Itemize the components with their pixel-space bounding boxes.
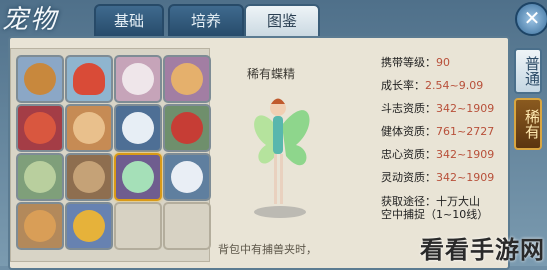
pet-slot[interactable] — [65, 202, 113, 250]
fairy-icon — [171, 63, 203, 95]
owl-icon — [73, 161, 105, 193]
tab-handbook-label: 图鉴 — [266, 12, 297, 30]
acquire-location: 十万大山 — [436, 195, 480, 208]
tab-handbook[interactable]: 图鉴 — [244, 4, 320, 38]
dragon-icon — [24, 112, 56, 144]
pet-name: 稀有蝶精 — [246, 67, 295, 81]
pet-slot[interactable] — [65, 104, 113, 152]
stat-agility: 灵动资质：342~1909 — [381, 171, 495, 184]
pet-slot[interactable] — [16, 104, 64, 152]
pet-slot[interactable] — [65, 153, 113, 201]
hint-text: 背包中有捕兽夹时， — [218, 243, 317, 256]
pet-slot[interactable] — [163, 55, 211, 103]
acquire-method: 获取途径：十万大山 空中捕捉（1~10线） — [381, 195, 488, 221]
filter-rare-button[interactable]: 稀有 — [514, 98, 542, 150]
acquire-detail: 空中捕捉（1~10线） — [381, 208, 489, 221]
bird-icon — [171, 112, 203, 144]
tab-training[interactable]: 培养 — [168, 4, 244, 38]
ghost-icon — [122, 112, 154, 144]
pet-slot-empty[interactable] — [114, 202, 162, 250]
mushroom-icon — [73, 63, 105, 95]
pet-slot-empty[interactable] — [163, 202, 211, 250]
stat-morale: 斗志资质：342~1909 — [381, 102, 495, 115]
dog-icon — [73, 112, 105, 144]
stat-loyalty: 忠心资质：342~1909 — [381, 148, 495, 161]
window-title: 宠物 — [2, 5, 59, 35]
pet-slot[interactable] — [163, 153, 211, 201]
phoenix-icon — [73, 210, 105, 242]
rabbit-icon — [122, 63, 154, 95]
acquire-label: 获取途径： — [381, 195, 436, 208]
filter-normal-button[interactable]: 普通 — [514, 48, 542, 94]
monkey-icon — [24, 63, 56, 95]
butterfly-spirit-icon — [122, 161, 154, 193]
stat-carry-level: 携带等级：90 — [381, 56, 450, 69]
close-icon: ✕ — [523, 6, 541, 30]
tab-training-label: 培养 — [190, 12, 221, 30]
pet-slot[interactable] — [163, 104, 211, 152]
close-button[interactable]: ✕ — [515, 2, 547, 36]
pet-slot[interactable] — [114, 55, 162, 103]
stat-fitness: 健体资质：761~2727 — [381, 125, 495, 138]
stat-growth-rate: 成长率：2.54~9.09 — [381, 79, 484, 92]
tab-basic[interactable]: 基础 — [94, 4, 164, 38]
pet-slot[interactable] — [114, 104, 162, 152]
fox-icon — [171, 161, 203, 193]
pet-slot[interactable] — [16, 153, 64, 201]
pet-preview-figure — [254, 98, 310, 218]
pet-slot-selected[interactable] — [114, 153, 162, 201]
deer-icon — [24, 210, 56, 242]
turtle-icon — [24, 161, 56, 193]
tab-basic-label: 基础 — [113, 12, 144, 30]
site-watermark: 看看手游网 — [420, 236, 545, 264]
pet-slot[interactable] — [16, 202, 64, 250]
pet-slot[interactable] — [16, 55, 64, 103]
pet-slot[interactable] — [65, 55, 113, 103]
